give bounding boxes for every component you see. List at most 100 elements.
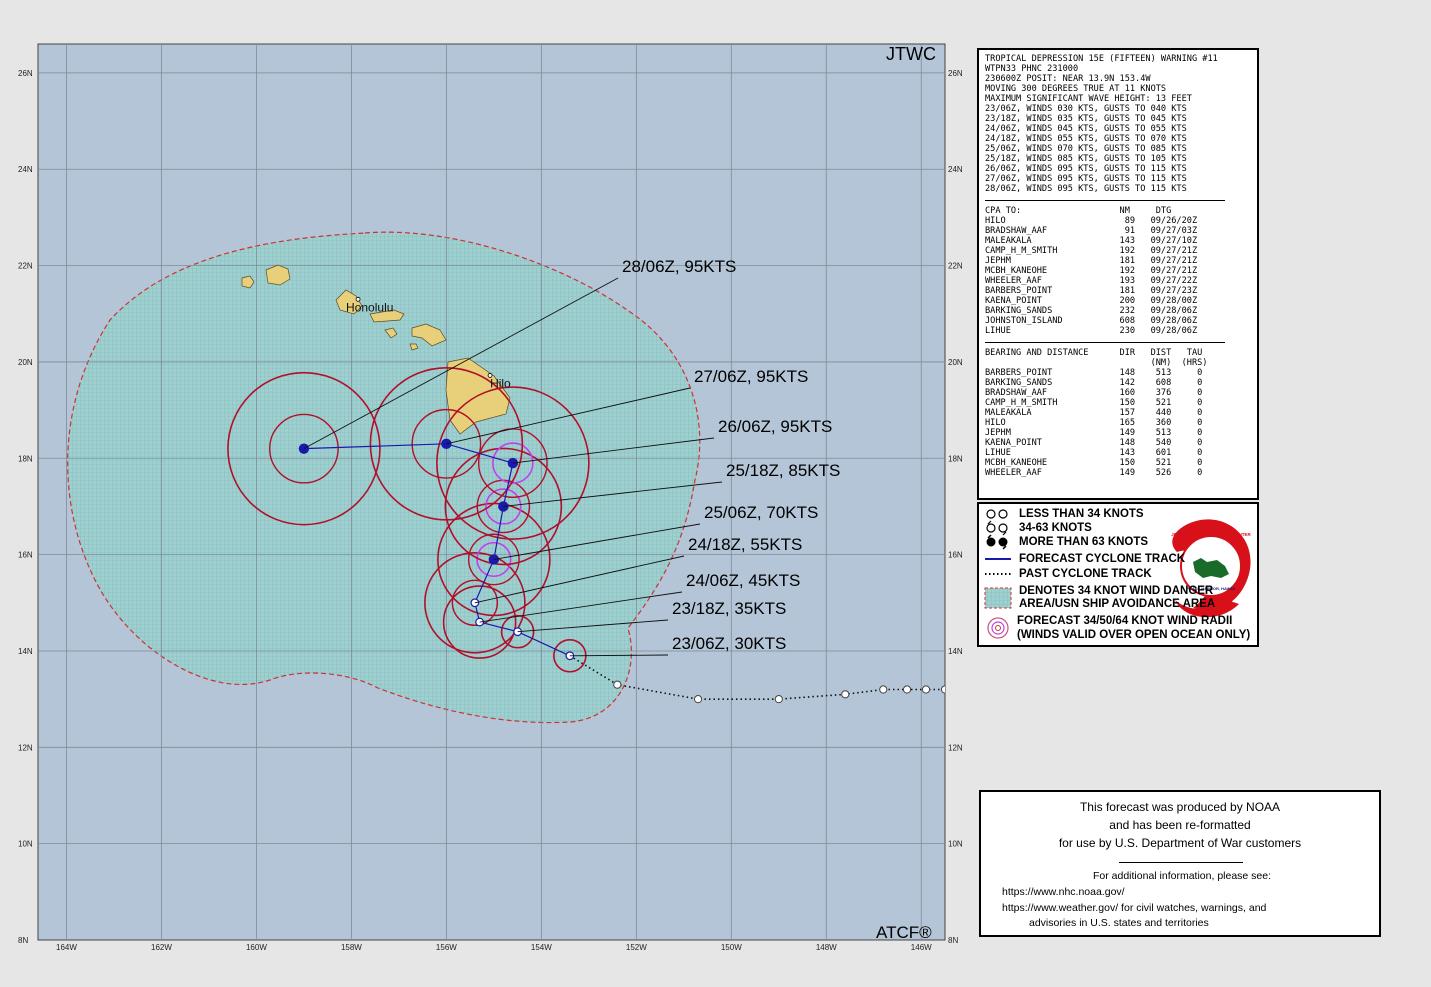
warning-line: 23/18Z, WINDS 035 KTS, GUSTS TO 045 KTS <box>985 114 1187 124</box>
divider <box>985 200 1225 201</box>
bearing-row: BARBERS_POINT 148 513 0 <box>985 368 1203 378</box>
bearing-row: LIHUE 143 601 0 <box>985 448 1203 458</box>
bearing-row: CAMP_H_M_SMITH 150 521 0 <box>985 398 1203 408</box>
lat-tick-label: 20N <box>948 358 963 367</box>
lon-tick-label: 150W <box>721 943 742 952</box>
bearing-header: BEARING AND DISTANCE DIR DIST TAU <box>985 348 1203 358</box>
lon-tick-label: 154W <box>531 943 552 952</box>
past-position-marker <box>693 695 703 704</box>
place-label: Honolulu <box>346 300 393 314</box>
agency-label: JTWC <box>886 44 936 64</box>
credit-panel: This forecast was produced by NOAA and h… <box>979 790 1381 937</box>
atcf-label: ATCF® <box>876 923 932 942</box>
credit-line: and has been re-formatted <box>1109 818 1251 832</box>
lat-tick-label: 8N <box>948 936 958 945</box>
forecast-label: 28/06Z, 95KTS <box>622 257 736 276</box>
credit-link[interactable]: https://www.nhc.noaa.gov/ <box>1002 886 1125 898</box>
legend-item: AREA/USN SHIP AVOIDANCE AREA <box>1019 598 1216 610</box>
lat-tick-label: 12N <box>948 743 963 752</box>
warning-line: MAXIMUM SIGNIFICANT WAVE HEIGHT: 13 FEET <box>985 94 1192 104</box>
lat-tick-label: 26N <box>948 69 963 78</box>
forecast-label: 24/06Z, 45KTS <box>686 571 800 590</box>
lat-tick-label: 24N <box>18 165 33 174</box>
legend-item: 34-63 KNOTS <box>1019 522 1092 534</box>
legend-item: (WINDS VALID OVER OPEN OCEAN ONLY) <box>1017 629 1251 641</box>
credit-line: This forecast was produced by NOAA <box>1079 800 1281 814</box>
warning-line: 25/06Z, WINDS 070 KTS, GUSTS TO 085 KTS <box>985 144 1187 154</box>
divider <box>1119 862 1243 863</box>
lon-tick-label: 164W <box>56 943 77 952</box>
cpa-header: CPA TO: NM DTG <box>985 206 1172 216</box>
warning-line: 23/06Z, WINDS 030 KTS, GUSTS TO 040 KTS <box>985 104 1187 114</box>
lon-tick-label: 146W <box>911 943 932 952</box>
past-position-marker <box>774 695 783 704</box>
lon-tick-label: 156W <box>436 943 457 952</box>
legend-item: FORECAST CYCLONE TRACK <box>1019 553 1186 565</box>
seal-text: JOINT TYPHOON WARNING CENTER <box>1171 532 1251 537</box>
past-position-marker <box>940 685 945 694</box>
cpa-row: LIHUE 230 09/28/06Z <box>985 326 1198 336</box>
cpa-row: BARBERS_POINT 181 09/27/23Z <box>985 286 1198 296</box>
lat-tick-label: 18N <box>948 454 963 463</box>
cpa-row: MALEAKALA 143 09/27/10Z <box>985 236 1198 246</box>
lon-tick-label: 152W <box>626 943 647 952</box>
legend-item: DENOTES 34 KNOT WIND DANGER <box>1019 585 1214 597</box>
danger-area-icon <box>984 587 1012 609</box>
cpa-row: KAENA_POINT 200 09/28/00Z <box>985 296 1198 306</box>
lat-tick-label: 14N <box>18 647 33 656</box>
cpa-row: BRADSHAW_AAF 91 09/27/03Z <box>985 226 1198 236</box>
warning-line: 28/06Z, WINDS 095 KTS, GUSTS TO 115 KTS <box>985 184 1187 194</box>
forecast-label: 23/18Z, 35KTS <box>672 599 786 618</box>
bearing-row: HILO 165 360 0 <box>985 418 1203 428</box>
34-63-icon <box>986 520 1008 536</box>
warning-panel: TROPICAL DEPRESSION 15E (FIFTEEN) WARNIN… <box>977 48 1259 500</box>
bearing-row: KAENA_POINT 148 540 0 <box>985 438 1203 448</box>
lat-tick-label: 22N <box>18 262 33 271</box>
bearing-row: WHEELER_AAF 149 526 0 <box>985 468 1203 478</box>
forecast-position-marker <box>488 554 500 565</box>
lat-tick-label: 8N <box>18 936 28 945</box>
cpa-row: BARKING_SANDS 232 09/28/06Z <box>985 306 1198 316</box>
forecast-label: 26/06Z, 95KTS <box>718 417 832 436</box>
lat-tick-label: 12N <box>18 743 33 752</box>
past-position-marker <box>613 680 622 689</box>
warning-line: 230600Z POSIT: NEAR 13.9N 153.4W <box>985 74 1151 84</box>
forecast-label: 25/18Z, 85KTS <box>726 461 840 480</box>
credit-line: For additional information, please see: <box>1093 870 1272 882</box>
legend-item: FORECAST 34/50/64 KNOT WIND RADII <box>1017 615 1233 627</box>
credit-line: for use by U.S. Department of War custom… <box>1058 836 1302 850</box>
legend-item: MORE THAN 63 KNOTS <box>1019 536 1149 548</box>
more-than-63-icon <box>986 534 1008 550</box>
bearing-row: BRADSHAW_AAF 160 376 0 <box>985 388 1203 398</box>
lat-tick-label: 18N <box>18 454 33 463</box>
lat-tick-label: 10N <box>948 840 963 849</box>
warning-line: 24/06Z, WINDS 045 KTS, GUSTS TO 055 KTS <box>985 124 1187 134</box>
forecast-label: 27/06Z, 95KTS <box>694 367 808 386</box>
cpa-row: WHEELER_AAF 193 09/27/22Z <box>985 276 1198 286</box>
cpa-row: JOHNSTON_ISLAND 608 09/28/06Z <box>985 316 1198 326</box>
lat-tick-label: 16N <box>18 551 33 560</box>
bearing-row: JEPHM 149 513 0 <box>985 428 1203 438</box>
wind-radii-icon <box>987 617 1009 639</box>
lat-tick-label: 24N <box>948 165 963 174</box>
cpa-row: HILO 89 09/26/20Z <box>985 216 1198 226</box>
warning-line: 25/18Z, WINDS 085 KTS, GUSTS TO 105 KTS <box>985 154 1187 164</box>
legend-item: PAST CYCLONE TRACK <box>1019 568 1152 580</box>
less-than-34-icon <box>986 509 1008 519</box>
divider <box>985 342 1225 343</box>
cpa-row: CAMP_H_M_SMITH 192 09/27/21Z <box>985 246 1198 256</box>
past-position-marker <box>879 685 888 694</box>
legend-item: LESS THAN 34 KNOTS <box>1019 508 1144 520</box>
place-label: Hilo <box>490 376 511 390</box>
lat-tick-label: 10N <box>18 840 33 849</box>
forecast-label: 25/06Z, 70KTS <box>704 503 818 522</box>
forecast-label: 24/18Z, 55KTS <box>688 535 802 554</box>
lon-tick-label: 148W <box>816 943 837 952</box>
lat-tick-label: 16N <box>948 551 963 560</box>
lat-tick-label: 26N <box>18 69 33 78</box>
credit-link[interactable]: https://www.weather.gov/ for civil watch… <box>1002 902 1266 914</box>
credit-line: advisories in U.S. states and territorie… <box>1029 917 1209 929</box>
lon-tick-label: 158W <box>341 943 362 952</box>
warning-line: 26/06Z, WINDS 095 KTS, GUSTS TO 115 KTS <box>985 164 1187 174</box>
warning-line: 27/06Z, WINDS 095 KTS, GUSTS TO 115 KTS <box>985 174 1187 184</box>
